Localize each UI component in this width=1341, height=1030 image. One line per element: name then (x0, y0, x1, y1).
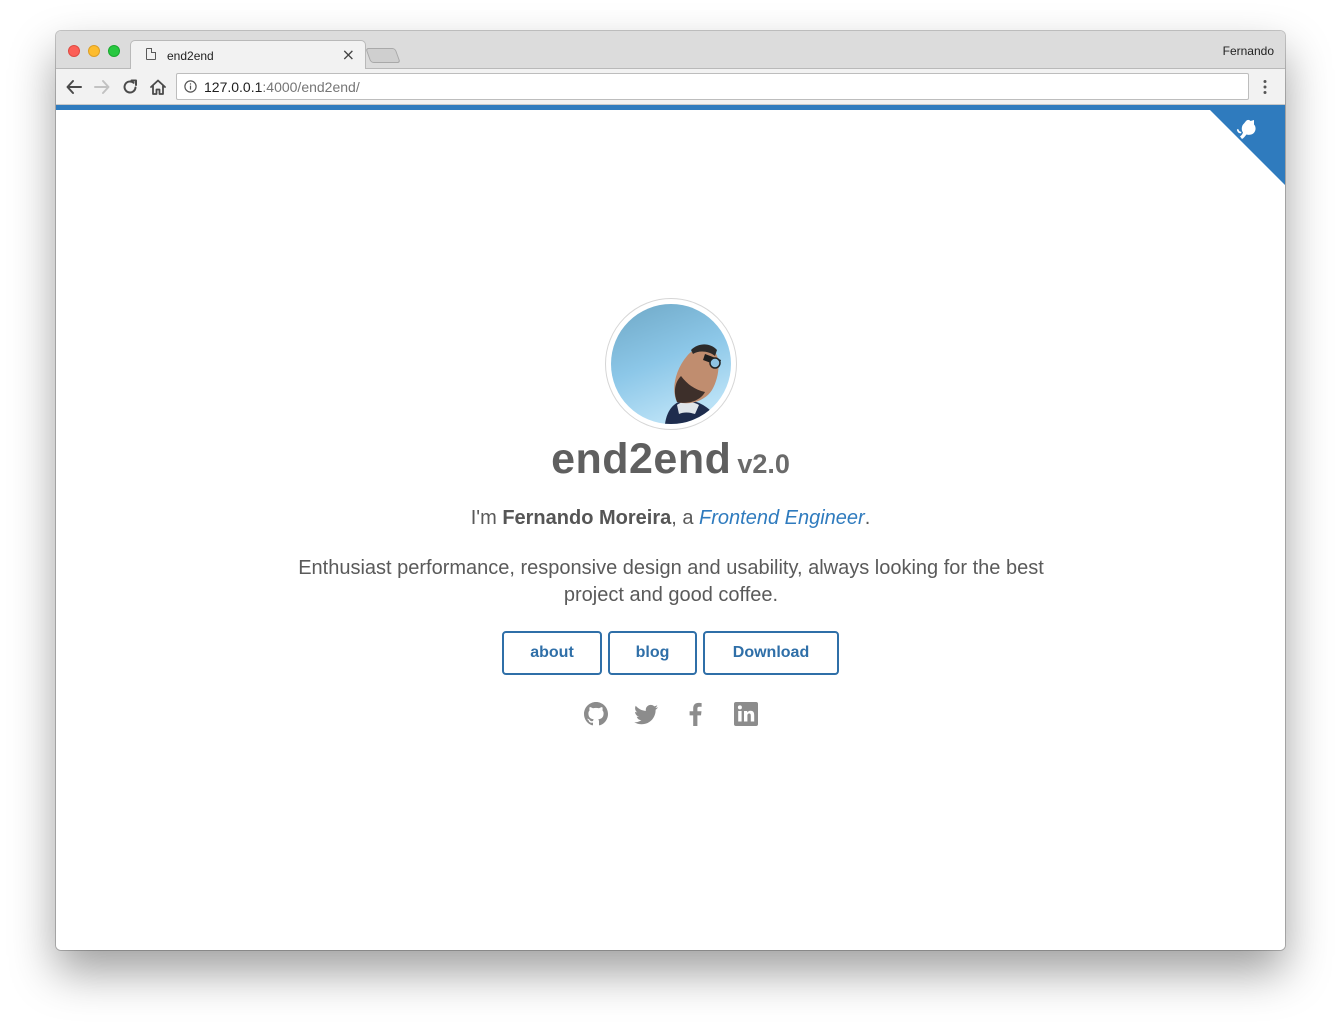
page-icon (146, 48, 156, 60)
social-links (56, 700, 1285, 728)
arrow-right-icon (94, 80, 110, 94)
avatar-ring (605, 298, 737, 430)
info-icon[interactable] (184, 80, 197, 93)
site-title: end2end v2.0 (56, 435, 1285, 484)
reload-icon (123, 79, 137, 94)
browser-menu-button[interactable] (1253, 75, 1277, 99)
about-button[interactable]: about (502, 631, 602, 675)
intro-middle: , a (671, 507, 700, 529)
browser-toolbar: 127.0.0.1:4000/end2end/ (56, 69, 1285, 105)
github-icon[interactable] (582, 700, 610, 728)
download-button[interactable]: Download (703, 631, 839, 675)
url-host: 127.0.0.1 (204, 79, 263, 95)
home-icon (150, 79, 166, 95)
window-minimize-button[interactable] (88, 45, 100, 57)
page-viewport: end2end v2.0 I'm Fernando Moreira, a Fron… (56, 105, 1285, 950)
desktop: end2end × Fernando 127.0.0.1:4000/end2en… (0, 0, 1341, 1030)
arrow-left-icon (66, 80, 82, 94)
github-corner[interactable] (1205, 105, 1285, 185)
tab-title: end2end (167, 49, 214, 63)
url-text[interactable]: 127.0.0.1:4000/end2end/ (204, 79, 360, 95)
address-bar[interactable]: 127.0.0.1:4000/end2end/ (176, 73, 1249, 100)
tab-close-icon[interactable]: × (342, 45, 355, 65)
forward-button[interactable] (90, 75, 114, 99)
author-role-link[interactable]: Frontend Engineer (699, 507, 865, 529)
intro-text: I'm Fernando Moreira, a Frontend Enginee… (56, 507, 1285, 530)
window-maximize-button[interactable] (108, 45, 120, 57)
site-name: end2end (551, 435, 732, 483)
blog-button[interactable]: blog (608, 631, 697, 675)
intro-prefix: I'm (470, 507, 503, 529)
author-name: Fernando Moreira (502, 507, 672, 529)
intro-suffix: . (864, 507, 871, 529)
new-tab-button[interactable] (365, 48, 401, 63)
browser-window: end2end × Fernando 127.0.0.1:4000/end2en… (56, 31, 1285, 950)
window-close-button[interactable] (68, 45, 80, 57)
home-button[interactable] (146, 75, 170, 99)
site-version: v2.0 (737, 449, 790, 479)
accent-top-bar (56, 105, 1285, 110)
avatar (611, 304, 731, 424)
nav-buttons: about blog Download (56, 631, 1285, 675)
bio-text: Enthusiast performance, responsive desig… (298, 557, 1044, 606)
profile-name[interactable]: Fernando (1223, 44, 1274, 58)
url-path: :4000/end2end/ (262, 79, 360, 95)
twitter-icon[interactable] (632, 700, 660, 728)
title-bar: end2end × Fernando (56, 31, 1285, 70)
linkedin-icon[interactable] (732, 700, 760, 728)
browser-tab[interactable]: end2end × (130, 40, 366, 70)
reload-button[interactable] (118, 75, 142, 99)
back-button[interactable] (62, 75, 86, 99)
facebook-icon[interactable] (682, 700, 710, 728)
kebab-menu-icon (1263, 80, 1267, 94)
